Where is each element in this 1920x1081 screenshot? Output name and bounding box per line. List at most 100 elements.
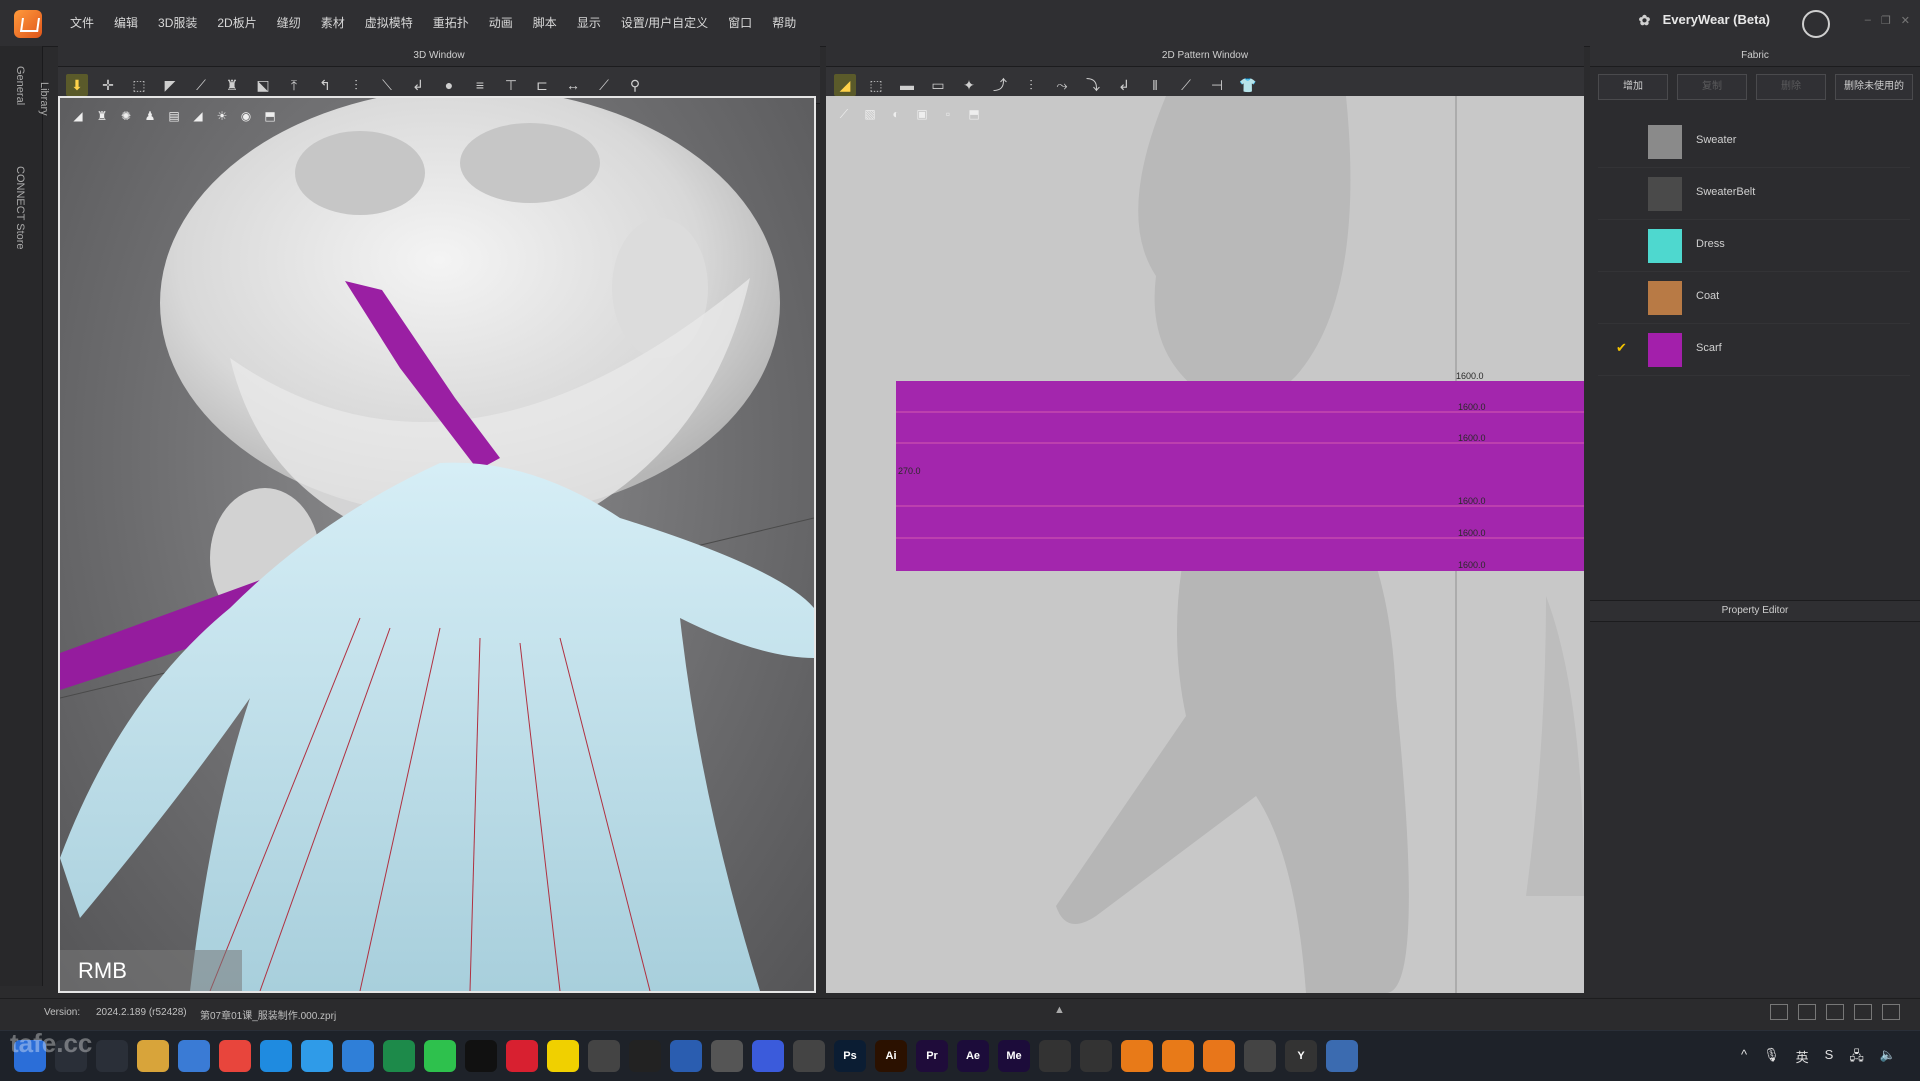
avatar-measure-icon[interactable]: ↔	[562, 74, 584, 96]
copy-fabric-button[interactable]: 复制	[1677, 74, 1747, 100]
taskbar-y-icon[interactable]: Y	[1285, 1040, 1317, 1072]
fabric-item[interactable]: Dress	[1598, 220, 1910, 272]
render-icon[interactable]: ◉	[236, 106, 256, 126]
transform-icon[interactable]: ⬚	[128, 74, 150, 96]
taskbar-ps-icon[interactable]: Ps	[834, 1040, 866, 1072]
taskbar-store-icon[interactable]	[178, 1040, 210, 1072]
layout-quad-icon[interactable]	[1854, 1004, 1872, 1020]
arrange-icon[interactable]: ⬕	[252, 74, 274, 96]
grid-icon[interactable]: ▫	[938, 104, 958, 124]
taskbar-chrome-icon[interactable]	[219, 1040, 251, 1072]
brush-icon[interactable]: ⟋	[593, 74, 615, 96]
layout-split-icon[interactable]	[1798, 1004, 1816, 1020]
taskbar-paint-icon[interactable]	[752, 1040, 784, 1072]
transform-pattern-icon[interactable]: ◢	[834, 74, 856, 96]
pin-display-icon[interactable]: ◢	[188, 106, 208, 126]
volume-icon[interactable]: 🔈	[1880, 1047, 1896, 1069]
grain-icon[interactable]: ⊣	[1206, 74, 1228, 96]
2d-viewport[interactable]: 1600.0 1600.0 1600.0 270.0 1600.0 1600.0…	[826, 96, 1584, 993]
sewing-display-icon[interactable]: ◐	[886, 104, 906, 124]
taskbar-clo-icon[interactable]	[1203, 1040, 1235, 1072]
taskbar-files-icon[interactable]	[137, 1040, 169, 1072]
taskbar-ai-icon[interactable]: Ai	[875, 1040, 907, 1072]
dress-garment[interactable]	[60, 462, 814, 991]
fabric-item[interactable]: ✔ Scarf	[1598, 324, 1910, 376]
menu-script[interactable]: 脚本	[523, 0, 567, 46]
taskbar-chrome2-icon[interactable]	[1244, 1040, 1276, 1072]
select-mesh-icon[interactable]: ✛	[97, 74, 119, 96]
light-icon[interactable]: ☀	[212, 106, 232, 126]
tack-2d-icon[interactable]: ⤵	[1082, 74, 1104, 96]
zipper-icon[interactable]: ≡	[469, 74, 491, 96]
tack-icon[interactable]: ⟍	[376, 74, 398, 96]
garment-display-icon[interactable]: ♜	[92, 106, 112, 126]
dart-icon[interactable]: ✦	[958, 74, 980, 96]
button-icon[interactable]: ●	[438, 74, 460, 96]
menu-window[interactable]: 窗口	[718, 0, 762, 46]
menu-file[interactable]: 文件	[60, 0, 104, 46]
menu-display[interactable]: 显示	[567, 0, 611, 46]
garment-icon[interactable]: ♜	[221, 74, 243, 96]
taskbar-me-icon[interactable]: Me	[998, 1040, 1030, 1072]
ruler-icon[interactable]: ⟋	[1175, 74, 1197, 96]
user-avatar-icon[interactable]	[1802, 10, 1830, 38]
menu-animation[interactable]: 动画	[479, 0, 523, 46]
free-sew-2d-icon[interactable]: ⤳	[1051, 74, 1073, 96]
avatar-show-icon[interactable]: ♟	[140, 106, 160, 126]
menu-edit[interactable]: 编辑	[104, 0, 148, 46]
close-icon[interactable]: ✕	[1901, 14, 1910, 27]
tab-general[interactable]: General	[14, 66, 26, 105]
snapshot-icon[interactable]: ⬒	[260, 106, 280, 126]
taskbar-settings-icon[interactable]	[711, 1040, 743, 1072]
fabric-item[interactable]: SweaterBelt	[1598, 168, 1910, 220]
menu-avatar[interactable]: 虚拟模特	[355, 0, 423, 46]
taskbar-blender2-icon[interactable]	[1162, 1040, 1194, 1072]
measure-icon[interactable]: ⊏	[531, 74, 553, 96]
taskbar-qq-icon[interactable]	[465, 1040, 497, 1072]
taskbar-wechat-icon[interactable]	[424, 1040, 456, 1072]
edit-pattern-icon[interactable]: ⬚	[865, 74, 887, 96]
taskbar-ae-icon[interactable]: Ae	[957, 1040, 989, 1072]
menu-3d-garment[interactable]: 3D服装	[148, 0, 207, 46]
input-method-label[interactable]: 英	[1796, 1047, 1809, 1069]
free-sewing-icon[interactable]: ⫶	[345, 74, 367, 96]
taskbar-pr-icon[interactable]: Pr	[916, 1040, 948, 1072]
menu-retopology[interactable]: 重拓扑	[423, 0, 479, 46]
taskbar-excel-icon[interactable]	[383, 1040, 415, 1072]
fold-pattern-icon[interactable]: ⤴	[989, 74, 1011, 96]
menu-2d-pattern[interactable]: 2D板片	[207, 0, 266, 46]
segment-sew-2d-icon[interactable]: ⫶	[1020, 74, 1042, 96]
tab-connect-store[interactable]: CONNECT Store	[14, 166, 26, 250]
app-logo-icon[interactable]	[14, 10, 42, 38]
taskbar-vscode-icon[interactable]	[342, 1040, 374, 1072]
microphone-icon[interactable]: 🎙	[1763, 1047, 1780, 1069]
layer-icon[interactable]: ▤	[164, 106, 184, 126]
product-switcher[interactable]: ✿ EveryWear (Beta)	[1639, 12, 1770, 27]
fabric-item[interactable]: Sweater	[1598, 116, 1910, 168]
taskbar-tool-icon[interactable]	[588, 1040, 620, 1072]
pin-icon[interactable]: ⟋	[190, 74, 212, 96]
fabric-display-icon[interactable]: ▧	[860, 104, 880, 124]
shirt-icon[interactable]: 👕	[1237, 74, 1259, 96]
taskbar-c4d-icon[interactable]	[1039, 1040, 1071, 1072]
tape-icon[interactable]: ⊤	[500, 74, 522, 96]
taskbar-ai-tool-icon[interactable]	[793, 1040, 825, 1072]
fold-icon[interactable]: ◤	[159, 74, 181, 96]
minimize-icon[interactable]: –	[1865, 14, 1871, 27]
edit-sewing-icon[interactable]: ↲	[407, 74, 429, 96]
seam-icon[interactable]: ⤒	[283, 74, 305, 96]
taskbar-jb-icon[interactable]	[629, 1040, 661, 1072]
layout-custom-icon[interactable]	[1882, 1004, 1900, 1020]
fabric-item[interactable]: Coat	[1598, 272, 1910, 324]
tab-library[interactable]: Library	[38, 82, 50, 116]
taskbar-notes-icon[interactable]	[547, 1040, 579, 1072]
menu-sewing[interactable]: 缝纫	[267, 0, 311, 46]
menu-help[interactable]: 帮助	[762, 0, 806, 46]
pleat-icon[interactable]: ‖	[1144, 74, 1166, 96]
taskbar-word-icon[interactable]	[670, 1040, 702, 1072]
menu-materials[interactable]: 素材	[311, 0, 355, 46]
delete-unused-button[interactable]: 删除未使用的	[1835, 74, 1913, 100]
edit-sew-2d-icon[interactable]: ↲	[1113, 74, 1135, 96]
taskbar-blender-icon[interactable]	[1121, 1040, 1153, 1072]
3d-viewport[interactable]: ◢ ♜ ✺ ♟ ▤ ◢ ☀ ◉ ⬒ RMB	[58, 96, 816, 993]
